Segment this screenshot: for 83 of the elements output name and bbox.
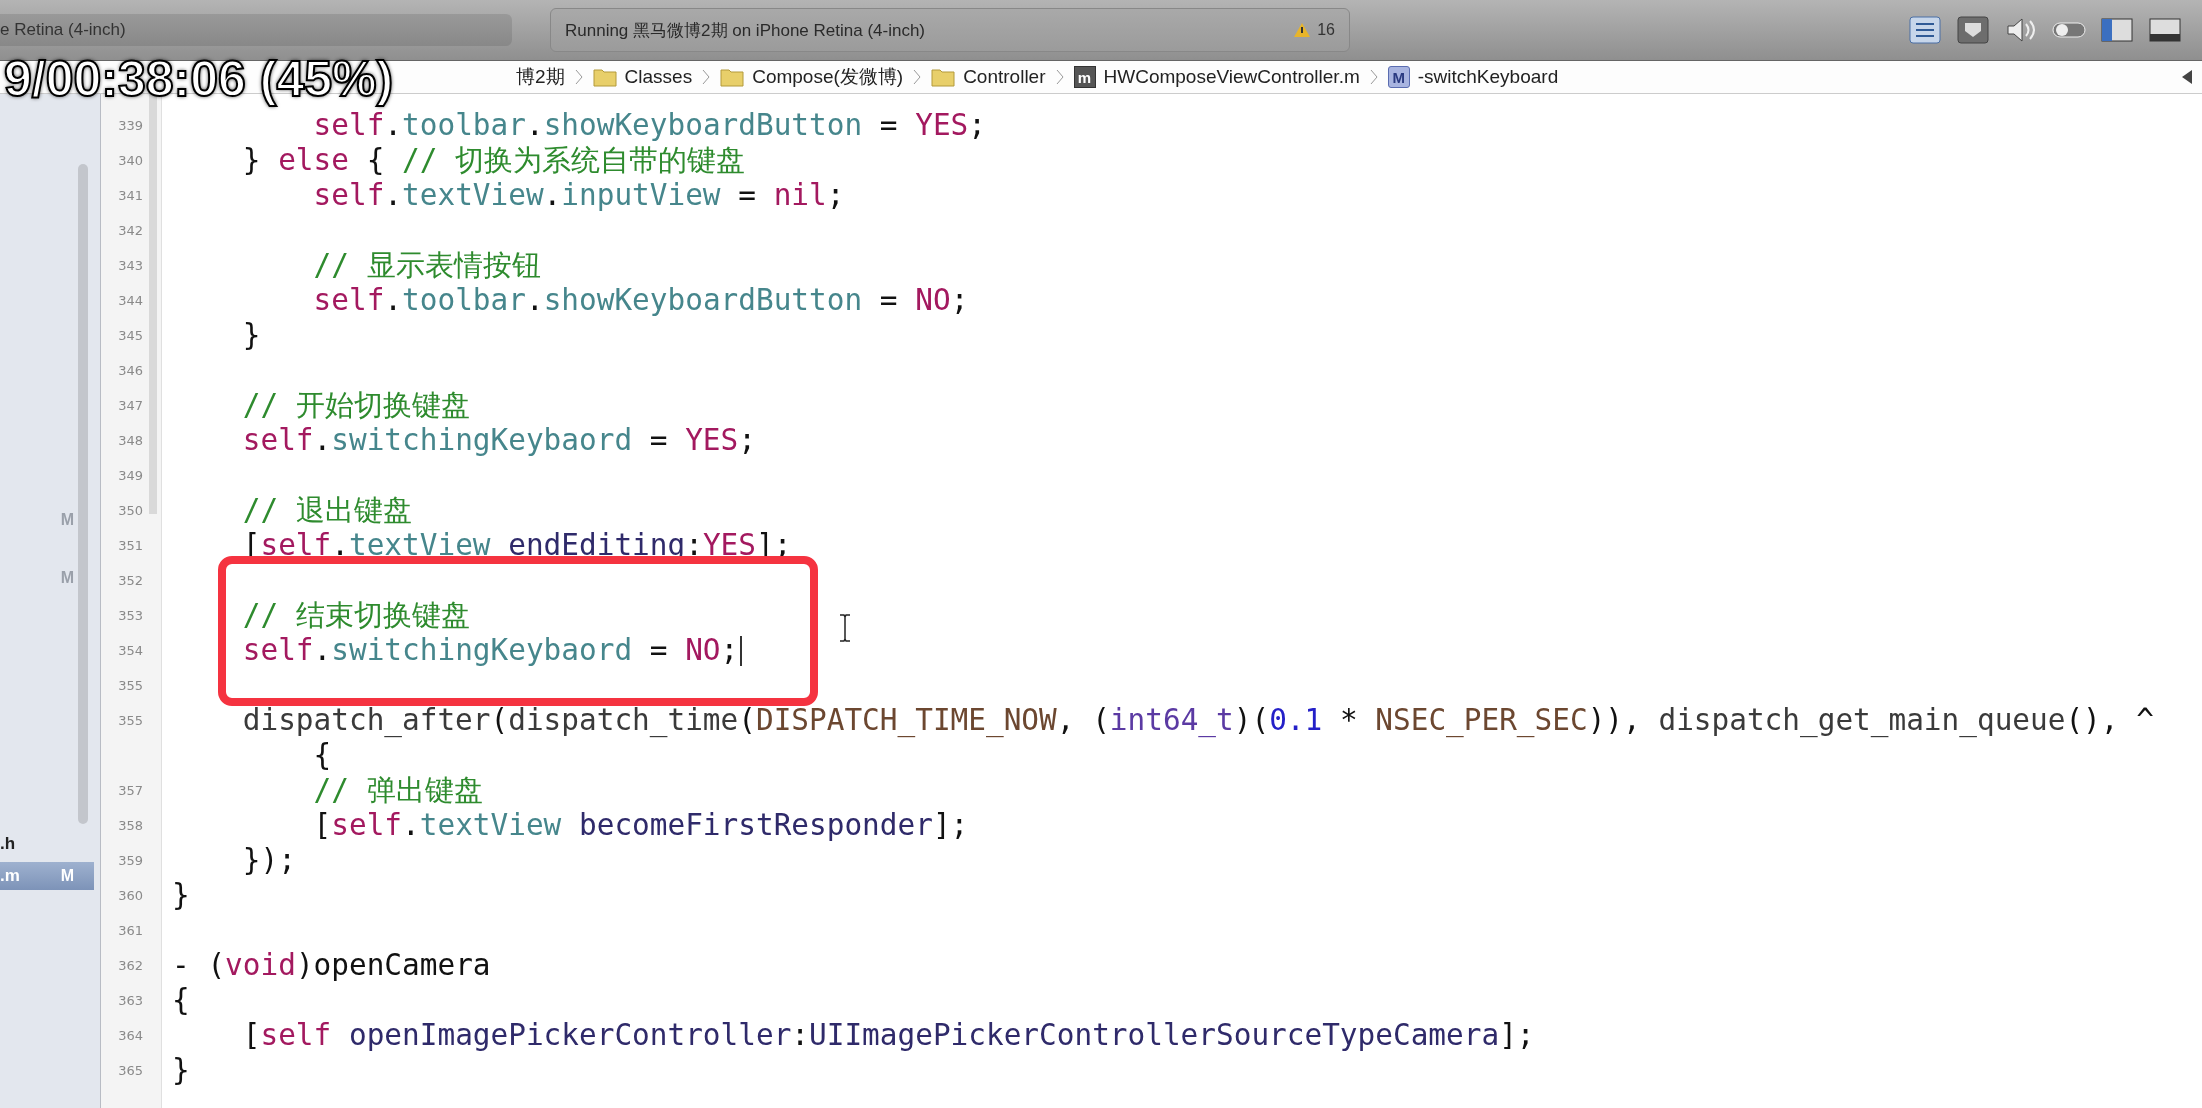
code-line: } <box>241 318 261 353</box>
warning-icon <box>1293 22 1312 38</box>
editor-icon[interactable] <box>1908 15 1942 45</box>
breadcrumb-item[interactable]: M -switchKeyboard <box>1387 66 1559 88</box>
line-number: 348 <box>118 433 143 448</box>
line-number: 341 <box>118 188 143 203</box>
code-line: self.toolbar.showKeyboardButton = NO; <box>312 283 969 318</box>
code-line: dispatch_after(dispatch_time(DISPATCH_TIME_NOW, (int64_t)(0.1 * NSEC_PER_SEC)), dispatch_get_main_queue(), ^ <box>241 703 2154 738</box>
code-line: [self.textView becomeFirstResponder]; <box>312 808 969 843</box>
breadcrumb-item[interactable]: m HWComposeViewController.m <box>1073 66 1360 88</box>
chevron-icon <box>1055 69 1064 85</box>
ibeam-cursor-icon <box>838 614 852 642</box>
file-type-label: m <box>1073 66 1096 88</box>
file-name: .m <box>0 866 20 886</box>
chevron-icon <box>1369 69 1378 85</box>
code-line: // 退出键盘 <box>241 493 412 528</box>
line-number: 361 <box>118 923 143 938</box>
code-line: self.switchingKeybaord = YES; <box>241 423 756 458</box>
line-number: 344 <box>118 293 143 308</box>
line-number: 365 <box>118 1063 143 1078</box>
line-number: 342 <box>118 223 143 238</box>
code-line: } <box>172 1053 190 1088</box>
folder-icon <box>720 67 745 87</box>
line-number: 363 <box>118 993 143 1008</box>
line-number: 354 <box>118 643 143 658</box>
scrollbar[interactable] <box>78 164 88 824</box>
navigator-panel-icon[interactable] <box>2100 15 2134 45</box>
line-number: 352 <box>118 573 143 588</box>
file-name: .h <box>0 834 16 854</box>
code-line: self.toolbar.showKeyboardButton = YES; <box>312 108 987 143</box>
line-number: 339 <box>118 118 143 133</box>
modified-label: M <box>60 511 74 529</box>
debug-panel-icon[interactable] <box>2148 15 2182 45</box>
code-line: { <box>312 738 332 773</box>
line-number: 347 <box>118 398 143 413</box>
breadcrumb-item[interactable]: Classes <box>592 66 693 88</box>
code-line: - (void)openCamera <box>172 948 491 983</box>
line-number: 349 <box>118 468 143 483</box>
line-number: 340 <box>118 153 143 168</box>
video-timestamp: 9/00:38:06 (45%) <box>3 52 395 107</box>
code-line: }); <box>241 843 296 878</box>
line-number: 362 <box>118 958 143 973</box>
back-arrow-icon[interactable] <box>2180 69 2194 85</box>
folder-icon <box>931 67 956 87</box>
line-number: 346 <box>118 363 143 378</box>
warning-count: 16 <box>1317 21 1335 39</box>
navigator-item[interactable]: .h <box>0 830 94 858</box>
line-number: 364 <box>118 1028 143 1043</box>
chevron-icon <box>702 69 711 85</box>
line-number: 359 <box>118 853 143 868</box>
code-line: // 弹出键盘 <box>312 773 483 808</box>
code-line: [self openImagePickerController:UIImagePickerControllerSourceTypeCamera]; <box>241 1018 1535 1053</box>
assistant-editor-icon[interactable] <box>1956 15 1990 45</box>
chevron-icon <box>574 69 583 85</box>
line-number: 345 <box>118 328 143 343</box>
line-number: 343 <box>118 258 143 273</box>
breadcrumb-item[interactable]: Controller <box>931 66 1046 88</box>
line-number: 351 <box>118 538 143 553</box>
breadcrumb-item[interactable]: 博2期 <box>516 64 565 90</box>
speaker-icon[interactable] <box>2004 15 2038 45</box>
modified-label: M <box>60 867 74 885</box>
breadcrumb-item[interactable]: Compose(发微博) <box>720 64 904 90</box>
activity-status: Running 黑马微博2期 on iPhone Retina (4-inch) <box>565 19 925 42</box>
line-number: 355 <box>118 713 143 728</box>
scheme-label[interactable]: e Retina (4-inch) <box>0 14 512 46</box>
line-number: 360 <box>118 888 143 903</box>
line-number: 353 <box>118 608 143 623</box>
code-line: } else { // 切换为系统自带的键盘 <box>241 143 746 178</box>
line-number: 355 <box>118 678 143 693</box>
folder-icon <box>592 67 617 87</box>
code-line: self.textView.inputView = nil; <box>312 178 845 213</box>
code-line: } <box>172 878 190 913</box>
line-number: 357 <box>118 783 143 798</box>
method-type-label: M <box>1387 66 1410 88</box>
modified-label: M <box>60 569 74 587</box>
code-line: // 显示表情按钮 <box>312 248 541 283</box>
line-number: 358 <box>118 818 143 833</box>
code-line: self.switchingKeybaord = NO; <box>241 633 739 668</box>
code-line: // 开始切换键盘 <box>241 388 470 423</box>
line-number: 350 <box>118 503 143 518</box>
chevron-icon <box>913 69 922 85</box>
code-line: { <box>172 983 190 1018</box>
code-line: // 结束切换键盘 <box>241 598 470 633</box>
